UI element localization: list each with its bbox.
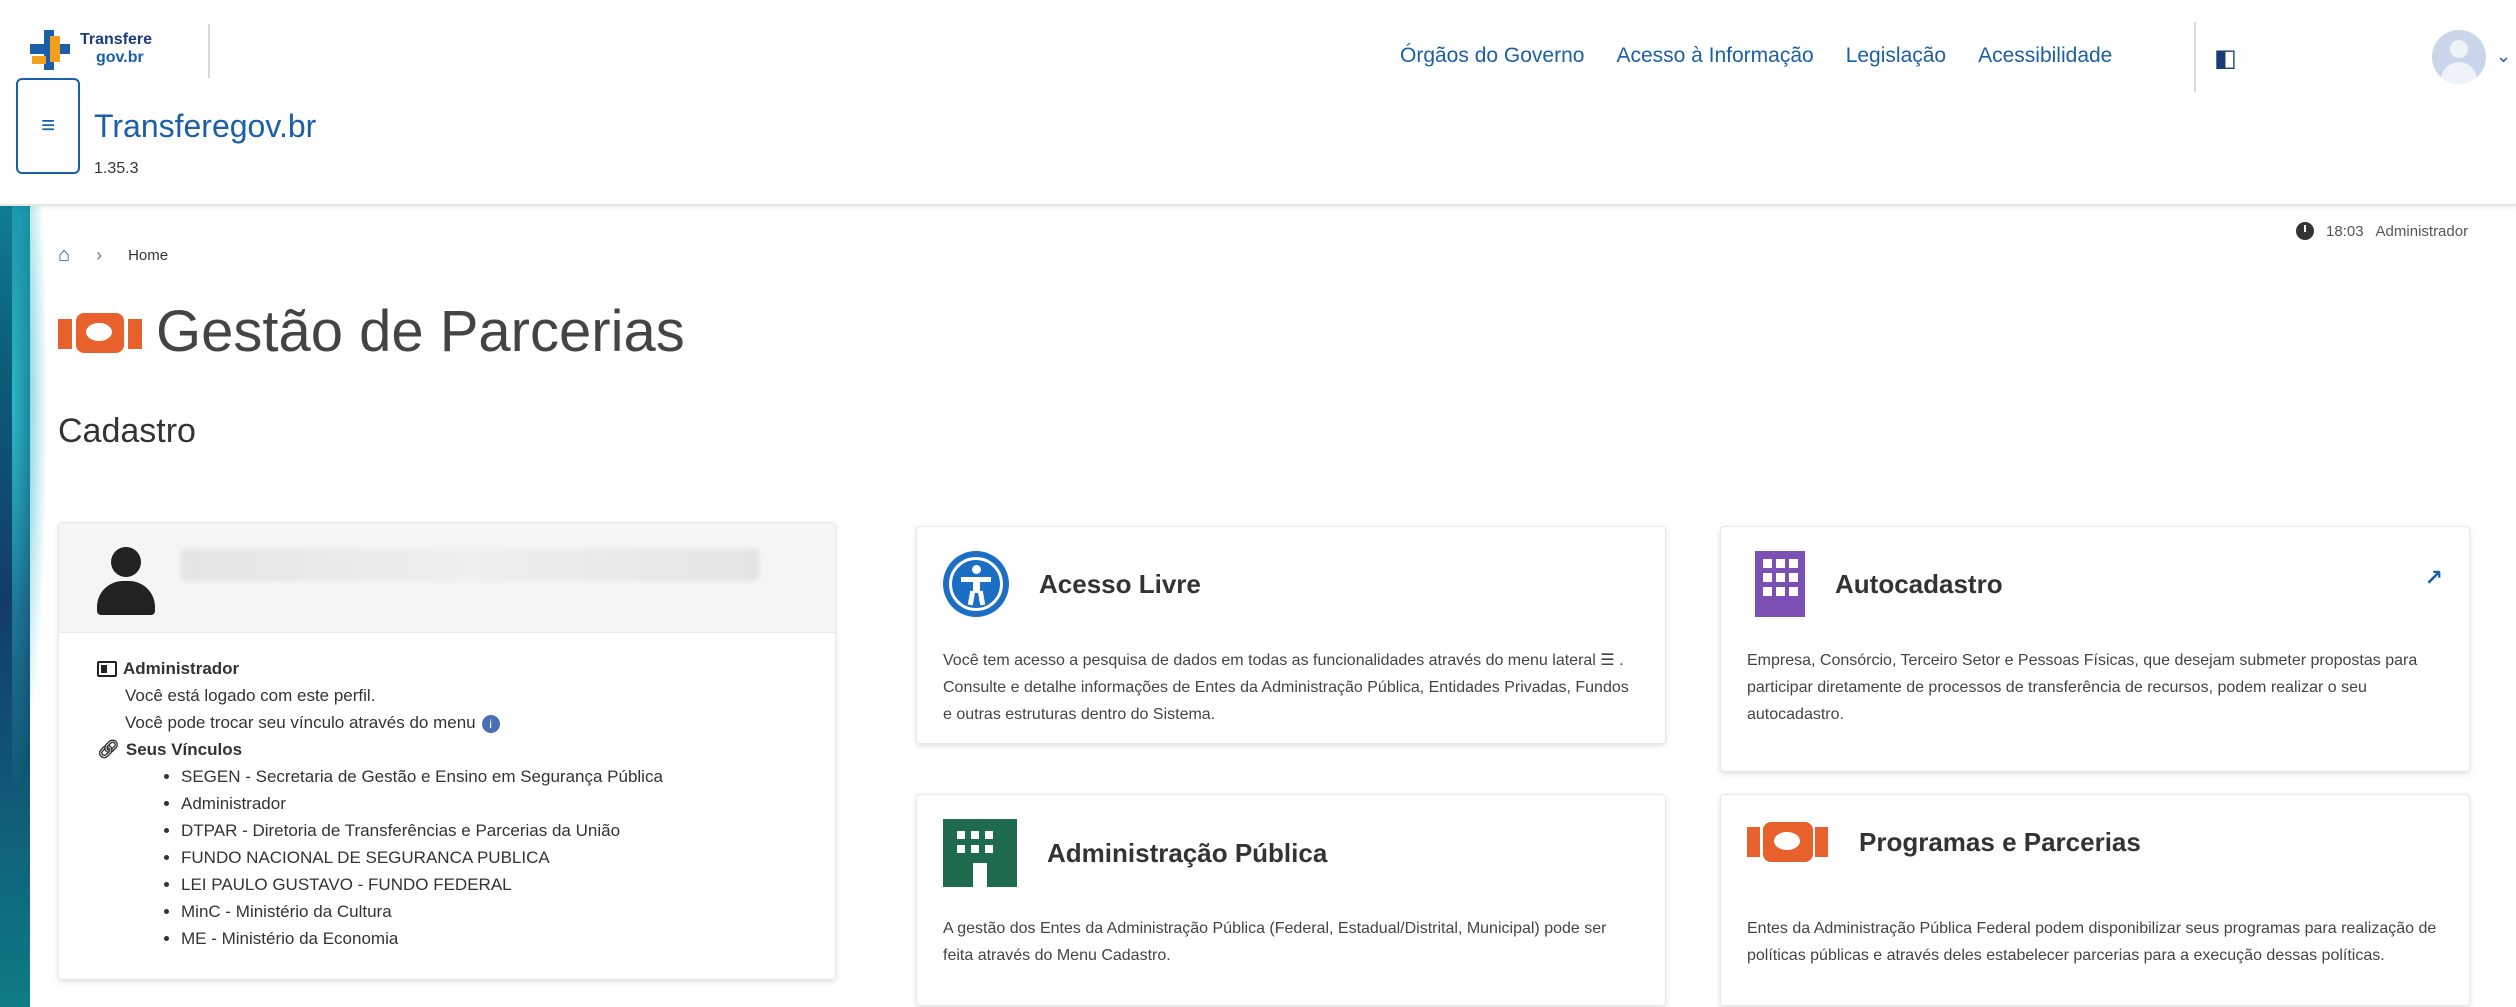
page-title: Gestão de Parcerias <box>58 298 685 365</box>
page-title-text: Gestão de Parcerias <box>156 299 685 364</box>
handshake-icon <box>58 309 142 355</box>
link-acesso-informacao[interactable]: Acesso à Informação <box>1616 44 1813 68</box>
logged-text: Você está logado com este perfil. <box>125 686 376 705</box>
system-title: Transferegov.br <box>94 108 317 144</box>
list-item: MinC - Ministério da Cultura <box>181 898 835 925</box>
user-name-redacted <box>181 549 759 581</box>
breadcrumb-current: Home <box>128 247 169 264</box>
contrast-icon[interactable]: ◧ <box>2214 44 2238 72</box>
building-icon <box>1755 551 1805 617</box>
role-line: Administrador <box>97 655 835 682</box>
user-avatar-icon[interactable] <box>2432 30 2486 84</box>
chevron-down-icon[interactable]: ⌄ <box>2496 46 2511 67</box>
system-version: 1.35.3 <box>94 160 139 177</box>
list-item: SEGEN - Secretaria de Gestão e Ensino em… <box>181 763 835 790</box>
card-administracao-publica[interactable]: Administração Pública A gestão dos Entes… <box>916 794 1666 1006</box>
card-description: A gestão dos Entes da Administração Públ… <box>943 920 1607 964</box>
hamburger-menu-icon: ≡ <box>40 112 55 139</box>
profile-card: Administrador Você está logado com este … <box>58 522 836 980</box>
clock-icon <box>2296 222 2314 240</box>
link-legislacao[interactable]: Legislação <box>1846 44 1946 68</box>
transferegov-logo[interactable]: Transfere gov.br <box>26 24 186 74</box>
top-header: Transfere gov.br ≡ Transferegov.br 1.35.… <box>0 0 2516 206</box>
switch-text: Você pode trocar seu vínculo através do … <box>125 713 476 732</box>
info-icon[interactable]: i <box>481 714 500 733</box>
role-label: Administrador <box>123 659 240 678</box>
vinculos-heading: 🔗︎ Seus Vínculos <box>97 736 835 763</box>
breadcrumb-separator: › <box>96 245 103 265</box>
external-link-icon[interactable]: ↗ <box>2425 565 2443 591</box>
card-header: Programas e Parcerias <box>1747 819 2141 865</box>
header-vertical-divider <box>2194 22 2196 92</box>
handshake-icon <box>1747 819 1829 865</box>
link-icon: 🔗︎ <box>97 739 120 759</box>
card-title: Acesso Livre <box>1039 568 1201 599</box>
card-description: Você tem acesso a pesquisa de dados em t… <box>943 652 1629 723</box>
list-item: ME - Ministério da Economia <box>181 925 835 952</box>
card-title: Autocadastro <box>1835 568 2003 599</box>
vinculos-label: Seus Vínculos <box>125 740 243 759</box>
card-header: Autocadastro <box>1747 551 2003 617</box>
person-icon <box>95 547 155 615</box>
link-orgaos-governo[interactable]: Órgãos do Governo <box>1400 44 1584 68</box>
list-item: LEI PAULO GUSTAVO - FUNDO FEDERAL <box>181 871 835 898</box>
card-title: Programas e Parcerias <box>1859 826 2141 857</box>
hamburger-menu-button[interactable]: ≡ <box>16 78 80 174</box>
home-icon[interactable]: ⌂ <box>58 244 70 267</box>
switch-text-line: Você pode trocar seu vínculo através do … <box>97 709 835 736</box>
list-item: Administrador <box>181 790 835 817</box>
page-root: Transfere gov.br ≡ Transferegov.br 1.35.… <box>0 0 2516 1007</box>
id-card-icon <box>97 660 117 677</box>
list-item: DTPAR - Diretoria de Transferências e Pa… <box>181 817 835 844</box>
logo-text: Transfere gov.br <box>80 31 153 66</box>
card-description: Entes da Administração Pública Federal p… <box>1747 920 2437 964</box>
government-building-icon <box>943 819 1017 887</box>
link-acessibilidade[interactable]: Acessibilidade <box>1978 44 2112 68</box>
card-autocadastro[interactable]: Autocadastro ↗ Empresa, Consórcio, Terce… <box>1720 526 2470 772</box>
profile-card-header <box>59 523 835 633</box>
card-programas-parcerias[interactable]: Programas e Parcerias Entes da Administr… <box>1720 794 2470 1006</box>
vinculos-list: SEGEN - Secretaria de Gestão e Ensino em… <box>97 763 835 952</box>
card-header: Administração Pública <box>943 819 1327 887</box>
breadcrumb: ⌂ › Home <box>58 244 168 267</box>
card-description: Empresa, Consórcio, Terceiro Setor e Pes… <box>1747 652 2418 723</box>
logo-mark-icon <box>26 26 72 72</box>
session-status: 18:03 Administrador <box>2296 222 2468 240</box>
card-title: Administração Pública <box>1047 837 1328 868</box>
top-links: Órgãos do Governo Acesso à Informação Le… <box>1400 44 2144 68</box>
card-acesso-livre[interactable]: Acesso Livre Você tem acesso a pesquisa … <box>916 526 1666 744</box>
accessibility-icon <box>943 551 1009 617</box>
session-profile: Administrador <box>2375 222 2469 240</box>
profile-card-body: Administrador Você está logado com este … <box>59 633 835 952</box>
session-time: 18:03 <box>2326 222 2364 240</box>
list-item: FUNDO NACIONAL DE SEGURANCA PUBLICA <box>181 844 835 871</box>
card-header: Acesso Livre <box>943 551 1201 617</box>
header-divider <box>208 24 210 78</box>
section-title: Cadastro <box>58 412 196 450</box>
